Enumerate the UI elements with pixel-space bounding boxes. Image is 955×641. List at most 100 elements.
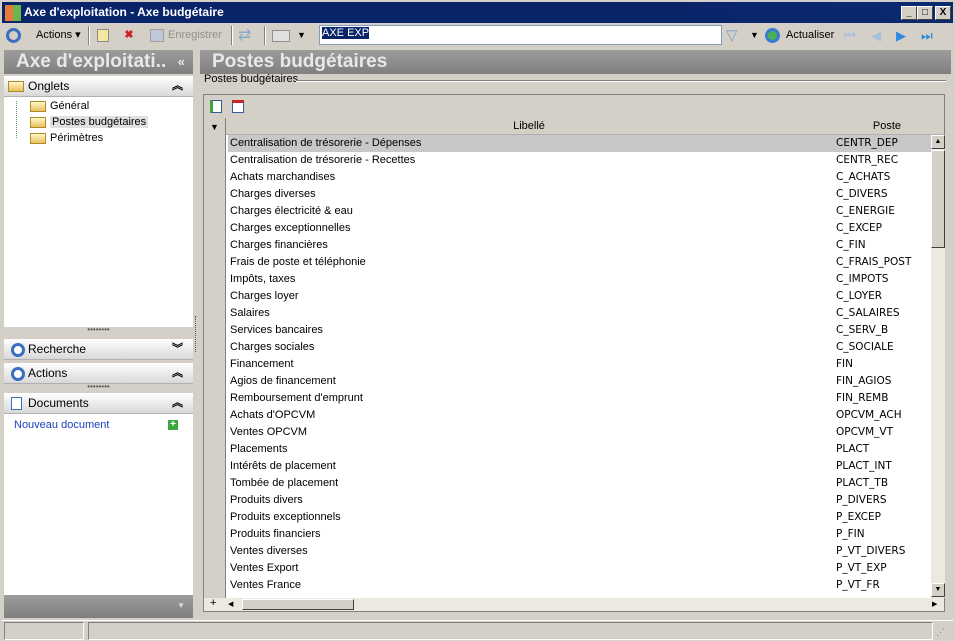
splitter-handle[interactable]: •••••••• [4,326,193,337]
dropdown-icon[interactable]: ▼ [177,601,185,610]
table-row[interactable]: Ventes OPCVM OPCVM_VT [228,424,932,441]
table-row[interactable]: Produits divers P_DIVERS [228,492,932,509]
section-documents[interactable]: Documents ︽ [4,393,193,414]
expand-icon[interactable]: + [210,597,216,609]
table-row[interactable]: Placements PLACT [228,441,932,458]
cell-libelle: Achats marchandises [230,171,336,183]
table-row[interactable]: Achats d'OPCVM OPCVM_ACH [228,407,932,424]
table-row[interactable]: Charges loyer C_LOYER [228,288,932,305]
table-row[interactable]: Ventes Export P_VT_EXP [228,560,932,577]
new-icon[interactable] [97,29,109,42]
scroll-left-icon[interactable]: ◀ [228,598,240,611]
column-header-poste[interactable]: Poste [832,118,942,135]
nav-icon[interactable] [6,28,21,43]
new-document-link[interactable]: Nouveau document [14,419,109,431]
table-row[interactable]: Frais de poste et téléphonie C_FRAIS_POST [228,254,932,271]
status-bar: ⋰ [2,620,953,641]
main-title: Postes budgétaires [200,50,951,74]
table-row[interactable]: Achats marchandises C_ACHATS [228,169,932,186]
cell-libelle: Produits exceptionnels [230,511,341,523]
horizontal-scrollbar[interactable]: ◀ ▶ + [204,597,944,611]
chevron-up-icon[interactable]: ︽ [172,363,183,384]
cell-libelle: Charges diverses [230,188,316,200]
last-record-icon[interactable]: ⏭ [921,26,933,45]
vertical-splitter[interactable] [195,316,198,352]
chevron-up-icon[interactable]: ︽ [172,76,183,97]
cell-poste: PLACT_INT [836,460,892,472]
close-button[interactable]: X [935,6,951,20]
chevron-up-icon[interactable]: ︽ [172,393,183,414]
section-onglets[interactable]: Onglets ︽ [4,76,193,97]
tree-item-perimetres[interactable]: Périmètres [30,130,103,146]
search-input[interactable]: AXE EXP [319,25,722,45]
save-button[interactable]: Enregistrer [168,26,222,45]
sync-icon[interactable]: ⇄ [238,26,251,45]
column-header-libelle[interactable]: Libellé [226,118,832,135]
tree-item-postes-budgetaires[interactable]: Postes budgétaires [30,114,149,130]
maximize-button[interactable]: □ [917,6,933,20]
refresh-button[interactable]: Actualiser [786,26,834,45]
previous-record-icon[interactable]: ◀ [871,26,881,45]
filter-dropdown-icon[interactable]: ▼ [750,26,759,45]
table-row[interactable]: Charges financières C_FIN [228,237,932,254]
grid-body: Centralisation de trésorerie - Dépenses C… [204,135,944,597]
collapse-panel-icon[interactable]: « [178,50,185,74]
section-label: Documents [28,396,89,410]
table-row[interactable]: Ventes France P_VT_FR [228,577,932,594]
splitter-handle[interactable]: •••••••• [4,383,193,393]
scroll-up-icon[interactable]: ▲ [931,135,945,149]
next-record-icon[interactable]: ▶ [896,26,906,45]
table-row[interactable]: Charges diverses C_DIVERS [228,186,932,203]
print-icon[interactable] [272,30,290,42]
table-row[interactable]: Intérêts de placement PLACT_INT [228,458,932,475]
table-row[interactable]: Produits financiers P_FIN [228,526,932,543]
refresh-icon[interactable] [765,28,780,43]
print-dropdown-icon[interactable]: ▼ [297,26,306,45]
table-row[interactable]: Remboursement d'emprunt FIN_REMB [228,390,932,407]
table-row[interactable]: Salaires C_SALAIRES [228,305,932,322]
section-actions[interactable]: Actions ︽ [4,363,193,384]
actions-menu[interactable]: Actions ▾ [36,26,81,45]
separator [264,26,266,45]
cell-libelle: Ventes France [230,579,301,591]
add-row-icon[interactable] [210,100,222,113]
filter-icon[interactable]: ▽ [726,26,738,45]
table-row[interactable]: Tombée de placement PLACT_TB [228,475,932,492]
scroll-right-icon[interactable]: ▶ [932,598,944,611]
resize-grip-icon[interactable]: ⋰ [936,627,945,638]
cell-poste: C_SOCIALE [836,341,894,353]
table-row[interactable]: Impôts, taxes C_IMPOTS [228,271,932,288]
hscroll-thumb[interactable] [242,599,354,610]
table-row[interactable]: Charges électricité & eau C_ENERGIE [228,203,932,220]
scroll-thumb[interactable] [931,150,945,248]
tree-item-general[interactable]: Général [30,98,89,114]
first-record-icon[interactable]: ⏮ [844,26,856,45]
data-grid: ▼ Libellé Poste Centralisation de trésor… [203,94,945,612]
table-row[interactable]: Charges sociales C_SOCIALE [228,339,932,356]
table-row[interactable]: Financement FIN [228,356,932,373]
table-row[interactable]: Agios de financement FIN_AGIOS [228,373,932,390]
cell-libelle: Tombée de placement [230,477,339,489]
scroll-down-icon[interactable]: ▼ [931,583,945,597]
group-label: Postes budgétaires [204,73,299,85]
grid-header: Libellé Poste [226,118,944,135]
delete-icon[interactable]: ✖ [123,29,135,42]
column-chooser-icon[interactable]: ▼ [210,122,219,132]
table-row[interactable]: Centralisation de trésorerie - Recettes C… [228,152,932,169]
actions-section-icon [11,367,25,381]
cell-libelle: Centralisation de trésorerie - Dépenses [230,137,422,149]
tabs-tree: Général Postes budgétaires Périmètres [4,97,193,327]
table-row[interactable]: Centralisation de trésorerie - Dépenses C… [228,135,932,152]
section-label: Actions [28,366,68,380]
table-row[interactable]: Produits exceptionnels P_EXCEP [228,509,932,526]
vertical-scrollbar[interactable]: ▲ ▼ [931,135,945,598]
table-row[interactable]: Ventes diverses P_VT_DIVERS [228,543,932,560]
delete-row-icon[interactable] [232,100,244,113]
table-row[interactable]: Services bancaires C_SERV_B [228,322,932,339]
chevron-down-icon[interactable]: ︾ [172,339,183,360]
add-icon[interactable]: + [168,420,178,430]
section-recherche[interactable]: Recherche ︾ [4,339,193,360]
cell-poste: C_SALAIRES [836,307,900,319]
table-row[interactable]: Charges exceptionnelles C_EXCEP [228,220,932,237]
minimize-button[interactable]: _ [901,6,917,20]
